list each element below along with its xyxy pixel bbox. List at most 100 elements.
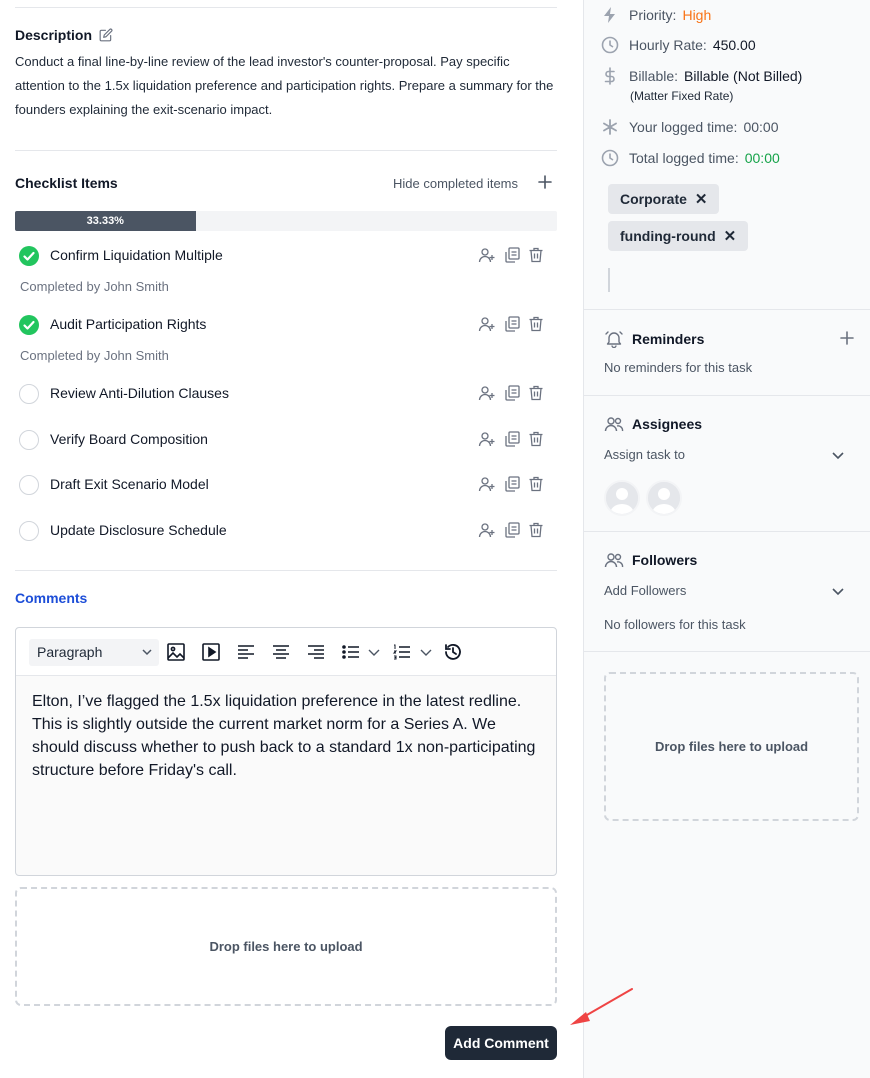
checklist-item-label[interactable]: Review Anti-Dilution Clauses [50,385,229,401]
assign-user-icon[interactable] [478,430,496,448]
align-left-icon[interactable] [236,642,256,662]
comment-editor-content[interactable]: Elton, I’ve flagged the 1.5x liquidation… [32,690,547,782]
followers-heading: Followers [604,551,697,569]
reminders-title: Reminders [632,331,705,347]
hourly-rate-label: Hourly Rate: [629,37,707,53]
divider [584,531,870,532]
reminders-empty-text: No reminders for this task [604,360,753,375]
checklist-item: Update Disclosure Schedule [15,519,557,543]
trash-icon[interactable] [527,430,545,448]
insert-video-icon[interactable] [201,642,221,662]
revision-history-icon[interactable] [443,642,463,662]
avatar[interactable] [604,480,640,516]
copy-icon[interactable] [503,246,521,264]
remove-tag-x-icon[interactable]: ✕ [724,227,737,245]
assign-user-icon[interactable] [478,384,496,402]
task-sidebar: Priority: High Hourly Rate: 450.00 Billa… [583,0,870,1078]
checklist-item-label[interactable]: Verify Board Composition [50,431,208,447]
clock-icon [601,36,619,54]
completed-by-text: Completed by John Smith [20,279,169,294]
hide-completed-link[interactable]: Hide completed items [393,176,518,191]
align-right-icon[interactable] [306,642,326,662]
checklist-checkbox[interactable] [19,429,39,450]
add-comment-button[interactable]: Add Comment [445,1026,557,1060]
total-logged-time-label: Total logged time: [629,150,739,166]
avatar[interactable] [646,480,682,516]
total-logged-time-value: 00:00 [744,150,780,166]
chevron-down-icon[interactable] [830,447,846,463]
users-icon [604,553,624,568]
editor-toolbar: Paragraph [16,628,556,676]
assign-task-dropdown[interactable]: Assign task to [604,447,685,462]
checklist-item-label[interactable]: Audit Participation Rights [50,316,206,332]
checklist-item: Audit Participation Rights [15,313,557,337]
add-reminder-plus-icon[interactable] [839,330,855,346]
assign-user-icon[interactable] [478,521,496,539]
checklist-checkbox[interactable] [19,520,39,541]
copy-icon[interactable] [503,430,521,448]
edit-pencil-icon[interactable] [99,28,113,42]
chevron-down-icon[interactable] [367,642,381,662]
copy-icon[interactable] [503,315,521,333]
assignees-title: Assignees [632,416,703,432]
comment-editor[interactable]: Paragraph Elton, I’ve flagged the 1.5x l… [15,627,557,876]
clock-icon [601,149,619,167]
progress-label: 33.33% [86,215,124,227]
sidebar-file-dropzone[interactable]: Drop files here to upload [604,672,859,821]
numbered-list-icon[interactable] [392,642,412,662]
comments-title: Comments [15,590,88,606]
comment-file-dropzone[interactable]: Drop files here to upload [15,887,557,1006]
priority-label: Priority: [629,7,677,23]
reminders-heading: Reminders [604,330,704,348]
checklist-checkbox[interactable] [19,384,39,404]
copy-icon[interactable] [503,475,521,493]
trash-icon[interactable] [527,475,545,493]
checklist-item: Verify Board Composition [15,428,557,452]
trash-icon[interactable] [527,384,545,402]
assign-user-icon[interactable] [478,315,496,333]
assign-user-icon[interactable] [478,246,496,264]
hourly-rate-value: 450.00 [712,37,756,53]
assign-user-icon[interactable] [478,475,496,493]
your-logged-time-label: Your logged time: [629,119,738,135]
your-logged-time-row: Your logged time: 00:00 [601,117,785,137]
divider [15,150,557,151]
tag-input[interactable] [608,268,610,292]
description-heading: Description [15,27,113,43]
tag-label: funding-round [620,228,716,244]
description-text: Conduct a final line-by-line review of t… [15,54,554,117]
checklist-item-label[interactable]: Confirm Liquidation Multiple [50,247,223,263]
copy-icon[interactable] [503,384,521,402]
insert-image-icon[interactable] [166,642,186,662]
users-icon [604,417,624,432]
checklist-checkbox[interactable] [19,475,39,495]
checklist-checked-icon[interactable] [19,246,39,266]
divider [15,570,557,571]
billable-value: Billable (Not Billed) [684,68,803,84]
align-center-icon[interactable] [271,642,291,662]
checklist-progress-bar: 33.33% [15,211,557,231]
trash-icon[interactable] [527,521,545,539]
add-followers-dropdown[interactable]: Add Followers [604,583,686,598]
add-checklist-item-plus-icon[interactable] [537,174,553,190]
lightning-icon [604,7,615,23]
paragraph-format-value: Paragraph [37,644,103,660]
description-title: Description [15,27,93,43]
total-logged-time-row: Total logged time: 00:00 [601,148,780,168]
trash-icon[interactable] [527,246,545,264]
paragraph-format-select[interactable]: Paragraph [29,639,159,666]
chevron-down-icon[interactable] [419,642,433,662]
checklist-item: Review Anti-Dilution Clauses [15,382,557,406]
copy-icon[interactable] [503,521,521,539]
tag-chip: Corporate ✕ [608,184,720,214]
checklist-checked-icon[interactable] [19,315,39,335]
billable-row: Billable: Billable (Not Billed) [601,66,802,86]
bulleted-list-icon[interactable] [341,642,361,662]
billable-label: Billable: [629,68,679,84]
trash-icon[interactable] [527,315,545,333]
checklist-item-label[interactable]: Update Disclosure Schedule [50,522,227,538]
chevron-down-icon [142,649,152,656]
checklist-item-label[interactable]: Draft Exit Scenario Model [50,476,209,492]
remove-tag-x-icon[interactable]: ✕ [695,190,708,208]
chevron-down-icon[interactable] [830,583,846,599]
